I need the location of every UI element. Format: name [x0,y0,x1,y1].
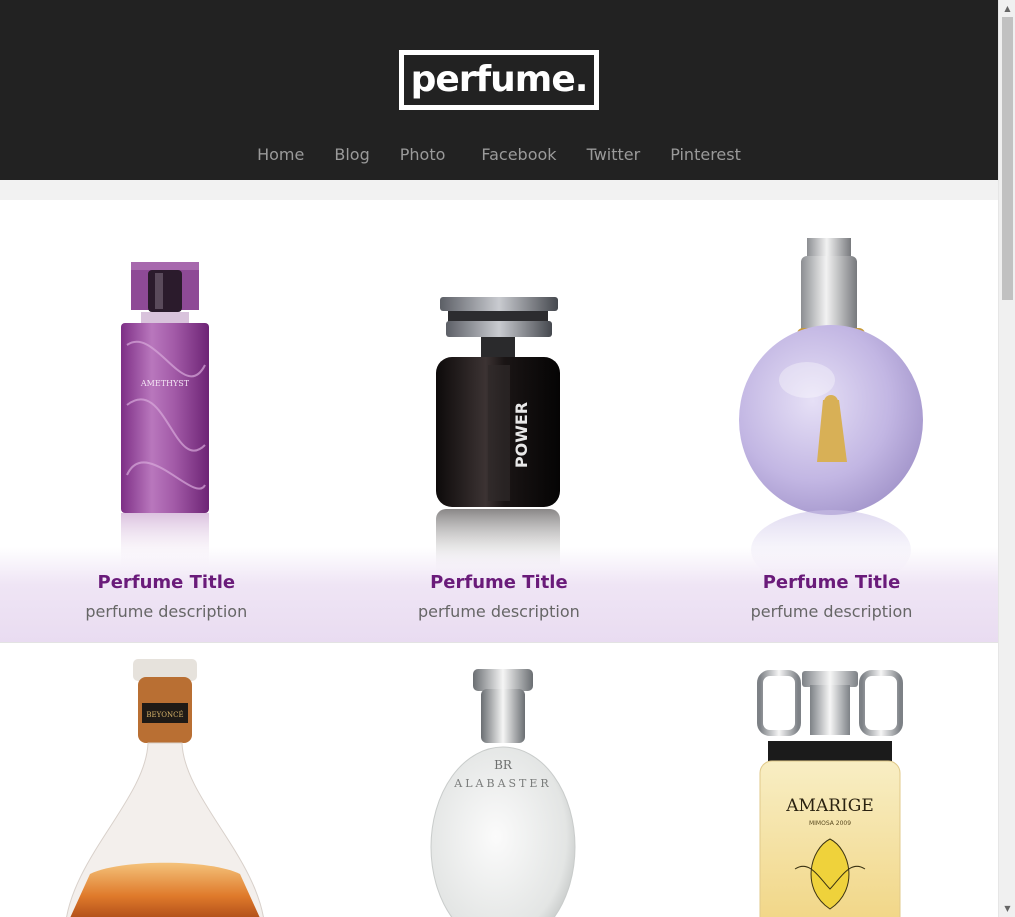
nav-photo[interactable]: Photo [385,143,461,169]
nav-twitter[interactable]: Twitter [572,143,656,169]
vertical-scrollbar[interactable]: ▲ ▼ [998,0,1015,917]
main-nav: Home Blog Photo Facebook Twitter Pintere… [0,143,998,169]
product-title[interactable]: Perfume Title [333,572,666,593]
nav-blog[interactable]: Blog [319,143,384,169]
scroll-down-icon[interactable]: ▼ [999,900,1015,917]
product-card[interactable]: AMARIGE MIMOSA 2009 [665,643,998,917]
product-card[interactable]: POWER Perfume Title perfume description [332,200,666,642]
nav-pinterest[interactable]: Pinterest [655,143,756,169]
site-logo[interactable]: perfume. [399,50,599,110]
beyonce-bottle-image: BEYONCÉ [66,659,264,917]
beyonce-label: BEYONCÉ [146,710,183,719]
amethyst-label: AMETHYST [140,379,190,388]
product-card[interactable]: BEYONCÉ [0,643,333,917]
product-title[interactable]: Perfume Title [665,572,998,593]
card-shade [332,547,666,642]
product-grid: AMETHYST Perfume Title perfume descripti… [0,200,998,917]
nav-home[interactable]: Home [242,143,319,169]
page-viewport: perfume. Home Blog Photo Facebook Twitte… [0,0,998,917]
product-description: perfume description [85,602,248,621]
alabaster-label: ALABASTER [453,777,551,790]
card-shade [665,547,998,642]
product-title[interactable]: Perfume Title [0,572,333,593]
product-description: perfume description [417,602,580,621]
product-card[interactable]: Perfume Title perfume description [665,200,998,642]
logo-text: perfume. [410,59,589,100]
amethyst-bottle-image: AMETHYST [121,262,209,573]
amarige-sublabel: MIMOSA 2009 [809,820,851,827]
product-card[interactable]: BR ALABASTER [333,643,666,917]
product-card[interactable]: AMETHYST Perfume Title perfume descripti… [0,200,333,642]
site-header: perfume. Home Blog Photo Facebook Twitte… [0,0,998,180]
alabaster-bottle-image: BR ALABASTER [430,669,576,917]
product-description: perfume description [750,602,913,621]
card-shade [0,547,333,642]
power-label: POWER [512,402,531,468]
product-row: BEYONCÉ BR ALABASTER AMARIGE MIMOSA 2009 [0,643,998,917]
nav-facebook[interactable]: Facebook [466,143,571,169]
scroll-thumb[interactable] [1002,17,1013,300]
svg-text:BR: BR [494,758,513,772]
product-row: AMETHYST Perfume Title perfume descripti… [0,200,998,643]
amarige-bottle-image: AMARIGE MIMOSA 2009 [757,670,904,917]
amarige-label: AMARIGE [785,796,873,816]
scroll-up-icon[interactable]: ▲ [999,0,1015,17]
eclat-bottle-image [739,238,924,590]
